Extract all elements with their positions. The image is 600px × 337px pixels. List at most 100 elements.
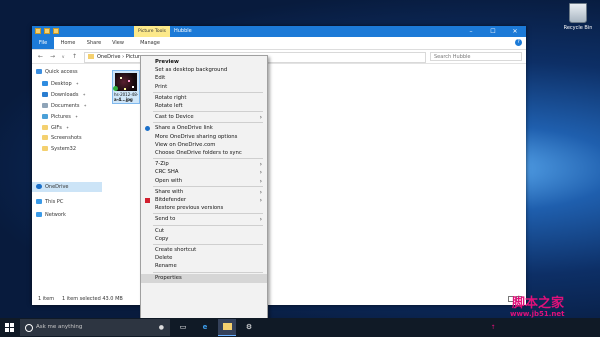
menu-separator <box>153 213 263 215</box>
nav-item-documents[interactable]: Documents ✦ <box>42 101 87 110</box>
tab-view[interactable]: View <box>108 37 128 49</box>
context-menu: Preview Set as desktop background Edit Prin… <box>140 55 268 320</box>
menu-separator <box>153 244 263 245</box>
up-arrow-icon[interactable]: ↑ <box>72 53 78 60</box>
nav-label: OneDrive <box>45 184 69 190</box>
submenu-chevron-icon: › <box>259 216 262 224</box>
nav-quick-access[interactable]: Quick access <box>36 68 78 77</box>
nav-label: Network <box>45 212 66 218</box>
tab-manage[interactable]: Manage <box>136 37 164 49</box>
breadcrumb-pictures[interactable]: Pictur <box>126 54 140 60</box>
nav-label: GIFs <box>51 125 62 131</box>
settings-gear-icon[interactable]: ⚙ <box>240 319 258 336</box>
tab-share[interactable]: Share <box>84 37 104 49</box>
cortana-search-box[interactable]: Ask me anything ● <box>20 319 170 336</box>
minimize-button[interactable]: – <box>460 26 482 37</box>
breadcrumb-onedrive[interactable]: OneDrive <box>97 54 121 60</box>
menu-item-label: Print <box>155 83 168 90</box>
selection-info: 1 item selected 43.0 MB <box>62 296 123 302</box>
file-item-selected[interactable]: hs-2012-48- a-4...jpg <box>112 70 140 104</box>
address-row: ← → v ↑ OneDrive › Pictur Search Hubble <box>32 50 526 64</box>
computer-icon <box>36 199 42 204</box>
nav-network[interactable]: Network <box>36 211 66 220</box>
recycle-bin-label: Recycle Bin <box>563 25 593 31</box>
nav-onedrive[interactable]: OneDrive <box>36 183 69 192</box>
recent-chevron-icon[interactable]: v <box>62 53 68 60</box>
sync-status-check-icon <box>113 86 118 91</box>
submenu-chevron-icon: › <box>259 114 262 122</box>
menu-separator <box>153 185 263 187</box>
menu-item-choose-onedrive-folders-to-sync[interactable]: Choose OneDrive folders to sync <box>141 149 267 158</box>
menu-item-label: Open with <box>155 177 183 184</box>
tab-home[interactable]: Home <box>58 37 78 49</box>
pictures-icon <box>42 114 48 119</box>
menu-item-print[interactable]: Print <box>141 83 267 92</box>
folder-icon[interactable] <box>35 28 41 34</box>
nav-label: Quick access <box>45 69 78 75</box>
maximize-button[interactable]: ☐ <box>482 26 504 37</box>
image-thumbnail <box>115 73 137 91</box>
documents-icon <box>42 103 48 108</box>
nav-label: This PC <box>45 199 64 205</box>
menu-separator <box>153 158 263 160</box>
nav-item-gifs[interactable]: GIFs ✦ <box>42 123 69 132</box>
title-bar[interactable]: Picture Tools Hubble – ☐ ✕ <box>32 26 526 37</box>
pin-icon: ✦ <box>65 125 70 130</box>
menu-item-cast-to-device[interactable]: Cast to Device › <box>141 113 267 122</box>
close-button[interactable]: ✕ <box>504 26 526 37</box>
new-folder-icon[interactable] <box>53 28 59 34</box>
menu-separator <box>153 224 263 226</box>
back-arrow-icon[interactable]: ← <box>38 53 44 60</box>
menu-item-label: Rename <box>155 263 177 270</box>
bitdefender-icon <box>145 198 150 203</box>
nav-label: System32 <box>51 146 77 152</box>
menu-item-rotate-left[interactable]: Rotate left <box>141 102 267 111</box>
nav-label: Pictures <box>51 114 71 120</box>
file-explorer-taskbar-icon[interactable] <box>218 319 236 336</box>
tab-file[interactable]: File <box>32 37 54 49</box>
nav-item-downloads[interactable]: Downloads ✦ <box>42 90 86 99</box>
notification-icon[interactable]: ↑ <box>484 319 502 336</box>
pin-icon: ✦ <box>83 103 87 108</box>
help-icon[interactable]: ? <box>515 39 522 46</box>
menu-item-copy[interactable]: Copy <box>141 235 267 244</box>
menu-item-properties[interactable]: Properties <box>141 273 267 283</box>
taskbar: Ask me anything ● ▭ e ⚙ ↑ <box>0 318 600 337</box>
nav-item-screenshots[interactable]: Screenshots <box>42 134 82 143</box>
onedrive-icon <box>145 126 150 132</box>
search-input[interactable]: Search Hubble <box>430 52 522 61</box>
submenu-chevron-icon: › <box>259 177 262 185</box>
menu-item-label: Copy <box>155 235 169 242</box>
download-icon <box>42 92 48 97</box>
file-name-line2: a-4...jpg <box>114 97 133 102</box>
folder-icon <box>42 125 48 130</box>
watermark-url: www.jb51.net <box>510 310 565 318</box>
status-bar: 1 item 1 item selected 43.0 MB <box>32 293 526 305</box>
nav-item-desktop[interactable]: Desktop ✦ <box>42 79 79 88</box>
menu-separator <box>153 91 263 93</box>
recycle-bin-shortcut[interactable]: Recycle Bin <box>560 3 596 31</box>
nav-item-pictures[interactable]: Pictures ✦ <box>42 112 78 121</box>
menu-item-rename[interactable]: Rename <box>141 262 267 271</box>
nav-label: Desktop <box>51 81 72 87</box>
menu-item-open-with[interactable]: Open with › <box>141 177 267 186</box>
menu-item-restore-previous-versions[interactable]: Restore previous versions <box>141 204 267 213</box>
menu-item-send-to[interactable]: Send to › <box>141 215 267 224</box>
forward-arrow-icon[interactable]: → <box>50 53 56 60</box>
folder-icon <box>42 146 48 151</box>
menu-item-label: Send to <box>155 216 176 223</box>
folder-icon <box>42 135 48 140</box>
picture-tools-context-tab[interactable]: Picture Tools <box>134 26 170 37</box>
menu-separator <box>153 111 263 113</box>
menu-item-label: Restore previous versions <box>155 205 224 212</box>
properties-icon[interactable] <box>44 28 50 34</box>
pin-icon: ✦ <box>74 114 79 119</box>
nav-item-system32[interactable]: System32 <box>42 145 76 154</box>
microphone-icon[interactable]: ● <box>159 319 164 336</box>
start-button[interactable] <box>5 323 14 332</box>
nav-label: Downloads <box>51 92 79 98</box>
menu-separator <box>153 271 263 273</box>
nav-this-pc[interactable]: This PC <box>36 198 63 207</box>
task-view-icon[interactable]: ▭ <box>174 319 192 336</box>
edge-browser-icon[interactable]: e <box>196 319 214 336</box>
